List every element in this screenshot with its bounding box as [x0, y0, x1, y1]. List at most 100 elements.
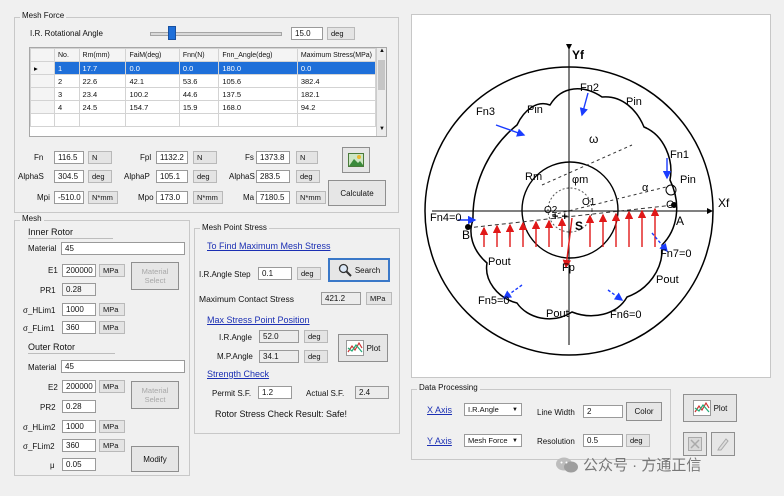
table-cell[interactable]: 15.9	[178, 100, 220, 114]
row-header-cell[interactable]: ▸	[30, 61, 55, 75]
inner-material-label: Material	[28, 244, 57, 253]
row-header-cell[interactable]	[30, 87, 55, 101]
resolution-input[interactable]: 0.5	[583, 434, 623, 447]
label-o1: O1	[582, 197, 596, 208]
modify-button[interactable]: Modify	[131, 446, 179, 472]
table-row[interactable]: ▸ 1 17.7 0.0 0.0 180.0 0.0	[30, 61, 377, 75]
table-cell[interactable]: 180.0	[218, 61, 298, 75]
label-fn5: Fn5=0	[478, 295, 510, 307]
sf1-input[interactable]: 360	[62, 321, 96, 334]
e1-label: E1	[48, 266, 58, 275]
table-scrollbar[interactable]: ▲ ▼	[376, 48, 386, 136]
pr1-input[interactable]: 0.28	[62, 283, 96, 296]
table-cell[interactable]: 24.5	[78, 100, 127, 114]
table-row[interactable]: 2 22.6 42.1 53.6 105.6 382.4	[30, 74, 377, 88]
mu-input[interactable]: 0.05	[62, 458, 96, 471]
table-cell[interactable]: 22.6	[78, 74, 127, 88]
row-header-cell[interactable]	[30, 100, 55, 114]
table-row[interactable]: 3 23.4 100.2 44.6 137.5 182.1	[30, 87, 377, 101]
actual-sf-label: Actual S.F.	[306, 389, 345, 398]
table-cell[interactable]: 23.4	[78, 87, 127, 101]
sf2-unit: MPa	[99, 439, 125, 452]
table-cell[interactable]: 168.0	[218, 100, 298, 114]
label-s: S	[575, 219, 583, 233]
table-row-empty	[30, 113, 377, 127]
table-cell[interactable]: 4	[54, 100, 80, 114]
watermark: 公众号 · 方通正信	[556, 454, 701, 475]
row-header-cell	[30, 48, 55, 62]
edit-button[interactable]	[711, 432, 735, 456]
table-cell[interactable]: 2	[54, 74, 80, 88]
pos-ir-angle-value: 52.0	[259, 330, 299, 343]
table-cell[interactable]: 154.7	[125, 100, 180, 114]
color-button[interactable]: Color	[626, 402, 662, 421]
sh1-input[interactable]: 1000	[62, 303, 96, 316]
outer-material-select-button[interactable]: Material Select	[131, 381, 179, 409]
table-cell[interactable]: 94.2	[296, 100, 377, 114]
row-header-cell[interactable]	[30, 74, 55, 88]
label-fn2: Fn2	[580, 82, 599, 94]
outer-rotor-profile	[470, 88, 678, 320]
data-plot-button[interactable]: Plot	[683, 394, 737, 422]
label-pin-top: Pin	[626, 96, 642, 108]
table-cell[interactable]: 44.6	[178, 87, 220, 101]
table-row[interactable]: 4 24.5 154.7 15.9 168.0 94.2	[30, 100, 377, 114]
table-cell[interactable]: 105.6	[218, 74, 298, 88]
mesh-force-table[interactable]: No. Rm(mm) FaiM(deg) Fnn(N) Fnn_Angle(de…	[29, 47, 387, 137]
table-cell[interactable]: 382.4	[296, 74, 377, 88]
label-fn1: Fn1	[670, 149, 689, 161]
table-cell[interactable]: 1	[54, 61, 80, 75]
col-header-faim: FaiM(deg)	[125, 48, 180, 62]
slider-thumb[interactable]	[168, 26, 177, 40]
x-axis-select[interactable]: I.R.Angle ▼	[464, 403, 522, 416]
pos-mp-angle-label: M.P.Angle	[217, 352, 253, 361]
permit-sf-input[interactable]: 1.2	[258, 386, 292, 399]
label-phim: φm	[572, 174, 588, 186]
table-cell[interactable]: 137.5	[218, 87, 298, 101]
outer-material-input[interactable]: 45	[61, 360, 185, 373]
table-cell[interactable]: 3	[54, 87, 80, 101]
ir-step-input[interactable]: 0.1	[258, 267, 292, 280]
alphap-value: 105.1	[156, 170, 188, 183]
e1-input[interactable]: 200000	[62, 264, 96, 277]
col-header-fnn: Fnn(N)	[178, 48, 220, 62]
label-c: C	[666, 199, 674, 211]
alpha-value: 304.5	[54, 170, 84, 183]
pr2-input[interactable]: 0.28	[62, 400, 96, 413]
search-button[interactable]: Search	[328, 258, 390, 282]
sh2-input[interactable]: 1000	[62, 420, 96, 433]
stress-plot-button[interactable]: Plot	[338, 334, 388, 362]
table-cell[interactable]: 0.0	[125, 61, 180, 75]
max-contact-unit: MPa	[366, 292, 392, 305]
table-cell[interactable]: 0.0	[296, 61, 377, 75]
scroll-thumb[interactable]	[378, 60, 385, 90]
y-axis-select[interactable]: Mesh Force ▼	[464, 434, 522, 447]
inner-material-select-button[interactable]: Material Select	[131, 262, 179, 290]
e2-input[interactable]: 200000	[62, 380, 96, 393]
resolution-unit: deg	[626, 434, 650, 447]
x-axis-value: I.R.Angle	[468, 405, 499, 414]
max-stress-position-link[interactable]: Max Stress Point Position	[207, 315, 310, 325]
alphap-label: AlphaP	[124, 172, 150, 181]
mesh-point-stress-title: Mesh Point Stress	[200, 223, 269, 232]
label-yf: Yf	[572, 48, 585, 62]
ir-angle-input[interactable]: 15.0	[291, 27, 323, 40]
table-cell[interactable]: 53.6	[178, 74, 220, 88]
table-cell[interactable]: 100.2	[125, 87, 180, 101]
alphans-label: AlphaS	[229, 172, 255, 181]
find-max-stress-link[interactable]: To Find Maximum Mesh Stress	[207, 241, 331, 251]
excel-export-button[interactable]	[683, 432, 707, 456]
table-cell[interactable]: 17.7	[78, 61, 127, 75]
outer-rotor-title: Outer Rotor	[28, 342, 116, 354]
table-cell[interactable]: 182.1	[296, 87, 377, 101]
strength-check-link[interactable]: Strength Check	[207, 369, 269, 379]
table-cell[interactable]: 42.1	[125, 74, 180, 88]
inner-material-input[interactable]: 45	[61, 242, 185, 255]
calculate-button[interactable]: Calculate	[328, 180, 386, 206]
table-cell[interactable]: 0.0	[178, 61, 220, 75]
image-button[interactable]	[342, 147, 370, 173]
line-width-input[interactable]: 2	[583, 405, 623, 418]
data-plot-label: Plot	[713, 403, 728, 413]
label-a: A	[676, 214, 684, 228]
sf2-input[interactable]: 360	[62, 439, 96, 452]
